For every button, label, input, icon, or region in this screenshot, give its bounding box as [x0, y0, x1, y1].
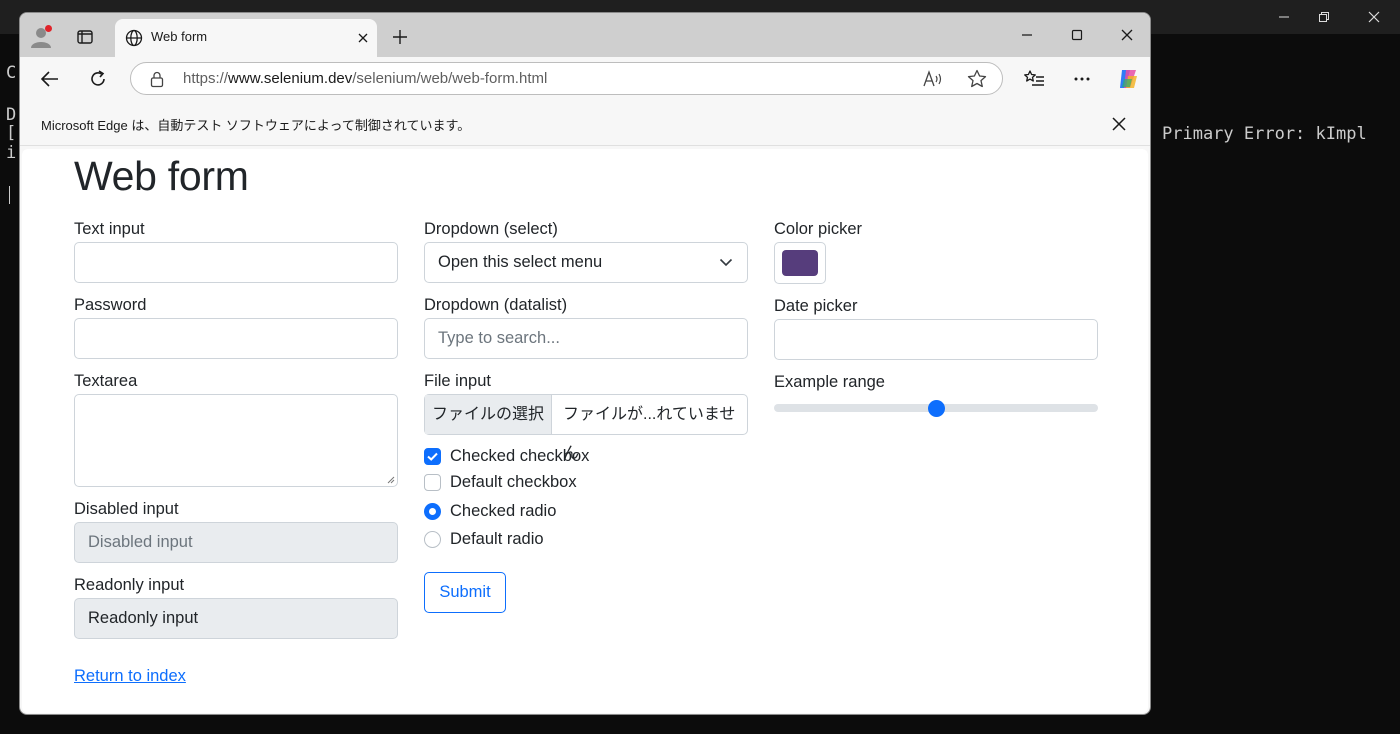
restore-icon: [1319, 12, 1329, 22]
return-to-index-link[interactable]: Return to index: [74, 667, 186, 686]
resize-handle-icon[interactable]: [386, 475, 395, 484]
url-domain: www.selenium.dev: [228, 70, 353, 87]
color-picker-label: Color picker: [774, 220, 863, 238]
browser-toolbar: https://www.selenium.dev/selenium/web/we…: [20, 57, 1150, 101]
textarea-input[interactable]: [74, 394, 398, 487]
password-label: Password: [74, 296, 147, 314]
automation-infobar: Microsoft Edge は、自動テスト ソフトウェアによって制御されていま…: [20, 101, 1150, 146]
terminal-fragment: i: [6, 143, 17, 163]
terminal-restore-button[interactable]: [1301, 0, 1347, 34]
minimize-icon: [1022, 34, 1032, 36]
copilot-button[interactable]: [1112, 63, 1144, 95]
favorite-star-icon[interactable]: [967, 69, 987, 89]
lock-icon: [150, 71, 164, 88]
tab-close-button[interactable]: [353, 28, 373, 48]
file-input-label: File input: [424, 372, 491, 390]
web-form-page: Web form Text input Password Textarea Di…: [22, 149, 1148, 713]
globe-icon: [125, 29, 143, 47]
dropdown-datalist-input[interactable]: Type to search...: [424, 318, 748, 359]
text-input-label: Text input: [74, 220, 145, 238]
default-radio-label: Default radio: [450, 530, 544, 548]
more-dots-icon: [1074, 77, 1090, 81]
text-input[interactable]: [74, 242, 398, 283]
readonly-input[interactable]: Readonly input: [74, 598, 398, 639]
datalist-placeholder: Type to search...: [438, 329, 560, 347]
color-swatch: [782, 250, 818, 276]
address-bar[interactable]: https://www.selenium.dev/selenium/web/we…: [130, 62, 1003, 95]
terminal-cursor: [9, 186, 10, 204]
close-window-button[interactable]: [1104, 21, 1150, 49]
favorites-button[interactable]: [1018, 63, 1050, 95]
infobar-close-button[interactable]: [1108, 113, 1130, 135]
plus-icon: [393, 30, 407, 44]
refresh-icon: [91, 70, 105, 86]
tab-actions-button[interactable]: [70, 22, 100, 52]
checked-checkbox[interactable]: [424, 448, 441, 465]
password-input[interactable]: [74, 318, 398, 359]
terminal-fragment: C: [6, 63, 17, 83]
profile-button[interactable]: [26, 22, 56, 52]
file-status: ファイルが...れていません: [563, 406, 736, 462]
dropdown-datalist-label: Dropdown (datalist): [424, 296, 568, 314]
minimize-button[interactable]: [1004, 21, 1050, 49]
disabled-input: Disabled input: [74, 522, 398, 563]
edge-browser-window: Web form https://www.selenium.dev/seleni…: [19, 12, 1151, 715]
dropdown-select-value: Open this select menu: [438, 253, 603, 271]
color-picker[interactable]: [774, 242, 826, 284]
close-icon: [1121, 29, 1133, 41]
checked-radio-label: Checked radio: [450, 502, 557, 520]
tab-web-form[interactable]: Web form: [115, 19, 377, 57]
default-checkbox-label: Default checkbox: [450, 473, 577, 491]
checked-checkbox-label: Checked checkbox: [450, 447, 590, 465]
infobar-message: Microsoft Edge は、自動テスト ソフトウェアによって制御されていま…: [41, 118, 471, 133]
read-aloud-icon[interactable]: [923, 70, 943, 88]
page-title: Web form: [74, 153, 249, 199]
maximize-icon: [1071, 29, 1083, 41]
date-picker-label: Date picker: [774, 297, 858, 315]
tab-strip: Web form: [20, 13, 1150, 57]
back-arrow-icon: [40, 71, 58, 87]
disabled-input-placeholder: Disabled input: [88, 533, 193, 551]
copilot-icon: [1120, 70, 1137, 88]
checkmark-icon: [427, 452, 438, 461]
back-button[interactable]: [34, 63, 66, 95]
terminal-error-text: Primary Error: kImpl: [1162, 124, 1367, 144]
readonly-input-label: Readonly input: [74, 576, 185, 594]
close-icon: [1368, 11, 1380, 23]
default-radio[interactable]: [424, 531, 441, 548]
chevron-down-icon: [719, 258, 733, 267]
example-range-label: Example range: [774, 373, 885, 391]
close-icon: [1112, 117, 1126, 131]
tab-title: Web form: [151, 29, 208, 44]
dropdown-select[interactable]: Open this select menu: [424, 242, 748, 283]
date-picker-input[interactable]: [774, 319, 1098, 360]
url-prefix: https://: [183, 70, 229, 87]
disabled-input-label: Disabled input: [74, 500, 179, 518]
file-choose-button[interactable]: ファイルの選択: [425, 395, 552, 434]
close-icon: [358, 33, 368, 43]
tab-actions-icon: [77, 30, 93, 44]
dropdown-select-label: Dropdown (select): [424, 220, 558, 238]
default-checkbox[interactable]: [424, 474, 441, 491]
url-path: /selenium/web/web-form.html: [352, 70, 548, 87]
new-tab-button[interactable]: [387, 24, 413, 50]
more-options-button[interactable]: [1066, 63, 1098, 95]
checked-radio[interactable]: [424, 503, 441, 520]
terminal-close-button[interactable]: [1351, 0, 1397, 34]
range-slider-track[interactable]: [774, 400, 1098, 417]
favorites-list-icon: [1024, 70, 1044, 86]
terminal-fragment: [: [6, 123, 17, 143]
file-input[interactable]: ファイルの選択 ファイルが...れていません: [424, 394, 748, 462]
maximize-button[interactable]: [1054, 21, 1100, 49]
range-slider-thumb[interactable]: [928, 400, 945, 417]
url-text: https://www.selenium.dev/selenium/web/we…: [183, 70, 547, 87]
textarea-label: Textarea: [74, 372, 138, 390]
minimize-icon: [1279, 16, 1289, 18]
refresh-button[interactable]: [82, 63, 114, 95]
submit-button[interactable]: Submit: [424, 572, 506, 613]
notification-dot: [45, 25, 52, 32]
terminal-fragment: D: [6, 105, 17, 125]
